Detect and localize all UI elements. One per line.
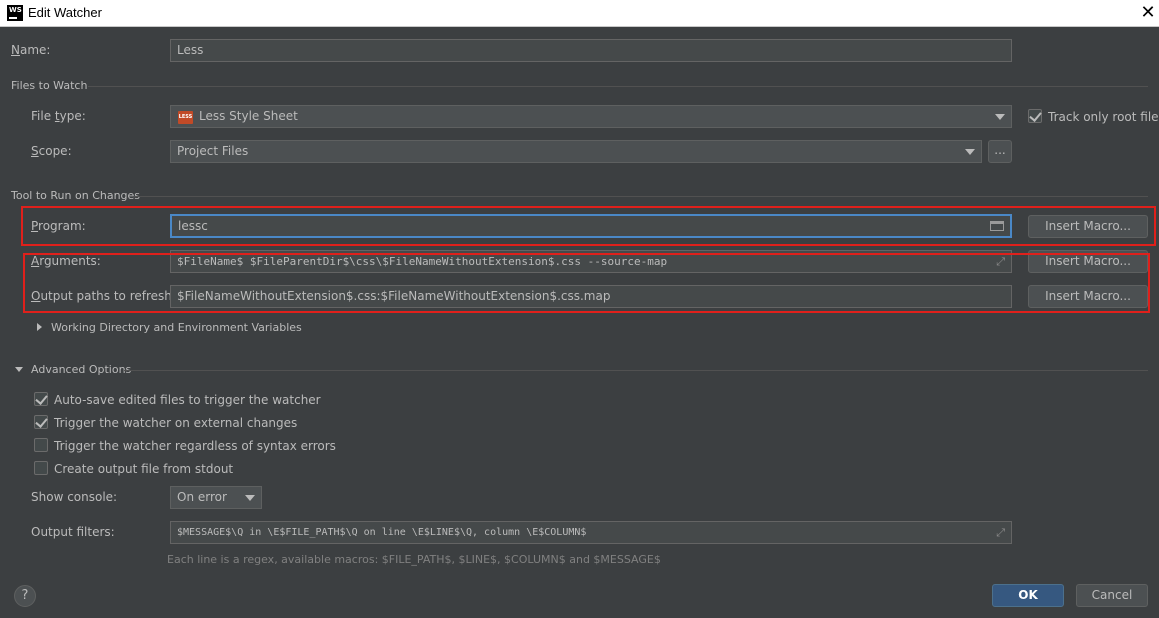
files-to-watch-title: Files to Watch (11, 79, 88, 92)
scope-browse-button[interactable]: ... (988, 140, 1012, 163)
close-icon[interactable]: ✕ (1139, 2, 1157, 24)
stdout-label: Create output file from stdout (54, 462, 234, 476)
show-console-value: On error (177, 490, 227, 504)
chevron-down-icon (995, 114, 1005, 120)
show-console-label: Show console: (31, 490, 118, 504)
help-button[interactable]: ? (14, 585, 36, 607)
chevron-down-icon (245, 495, 255, 501)
files-to-watch-separator (88, 86, 1148, 87)
output-filters-label: Output filters: (31, 525, 115, 539)
name-label: Name: (11, 43, 51, 57)
title-bar (0, 0, 1159, 27)
name-input[interactable]: Less (170, 39, 1012, 62)
show-console-select[interactable]: On error (170, 486, 262, 509)
tool-to-run-separator (134, 196, 1148, 197)
advanced-options-separator (124, 370, 1148, 371)
window-title: Edit Watcher (28, 5, 102, 20)
working-dir-toggle[interactable]: Working Directory and Environment Variab… (51, 321, 302, 334)
collapsed-triangle-icon[interactable] (37, 323, 42, 331)
track-root-label: Track only root files (1048, 110, 1159, 124)
arguments-output-highlight-box (23, 253, 1150, 313)
external-changes-label: Trigger the watcher on external changes (54, 416, 298, 430)
ok-button[interactable]: OK (992, 584, 1064, 607)
scope-label: Scope: (31, 144, 72, 158)
chevron-down-icon (965, 149, 975, 155)
expand-icon[interactable]: ⤢ (996, 527, 1005, 538)
less-file-icon: LESS (178, 111, 193, 124)
expanded-triangle-icon[interactable] (15, 367, 23, 372)
advanced-options-title[interactable]: Advanced Options (31, 363, 131, 376)
scope-value: Project Files (177, 144, 249, 158)
syntax-errors-checkbox[interactable] (34, 438, 48, 452)
stdout-checkbox[interactable] (34, 461, 48, 475)
cancel-button[interactable]: Cancel (1076, 584, 1148, 607)
auto-save-label: Auto-save edited files to trigger the wa… (54, 393, 321, 407)
scope-select[interactable]: Project Files (170, 140, 982, 163)
syntax-errors-label: Trigger the watcher regardless of syntax… (54, 439, 336, 453)
tool-to-run-title: Tool to Run on Changes (11, 189, 141, 202)
output-filters-input[interactable]: $MESSAGE$\Q in \E$FILE_PATH$\Q on line \… (170, 521, 1012, 544)
file-type-select[interactable]: LESS Less Style Sheet (170, 105, 1012, 128)
external-changes-checkbox[interactable] (34, 415, 48, 429)
file-type-value: Less Style Sheet (199, 109, 298, 123)
track-root-checkbox[interactable] (1028, 109, 1042, 123)
program-highlight-box (21, 206, 1156, 246)
output-filters-hint: Each line is a regex, available macros: … (167, 553, 661, 566)
auto-save-checkbox[interactable] (34, 392, 48, 406)
file-type-label: File type: (31, 109, 86, 123)
webstorm-app-icon: WS (7, 5, 23, 21)
